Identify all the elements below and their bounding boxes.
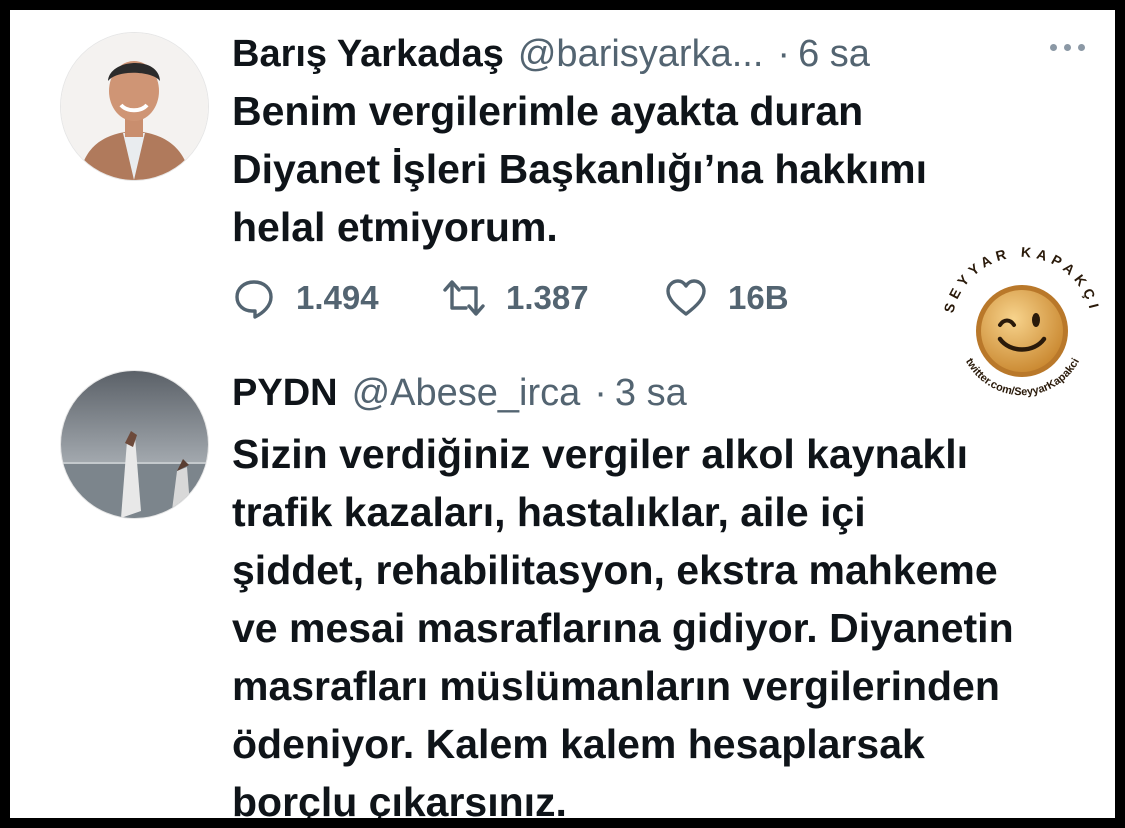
author-handle[interactable]: @Abese_irca xyxy=(352,367,581,419)
tweet-text: Sizin verdiğiniz vergiler alkol kaynaklı… xyxy=(232,431,1014,818)
author-name[interactable]: Barış Yarkadaş xyxy=(232,28,504,80)
tweet-actions: 1.494 1.387 16B xyxy=(232,273,789,323)
timestamp[interactable]: 3 sa xyxy=(615,367,687,419)
separator: · xyxy=(594,372,607,414)
tweet[interactable]: PYDN @Abese_irca · 3 sa Sizin verdiğiniz… xyxy=(10,355,1115,818)
retweet-button[interactable]: 1.387 xyxy=(442,276,664,320)
author-handle[interactable]: @barisyarka... xyxy=(518,28,764,80)
author-name[interactable]: PYDN xyxy=(232,367,338,419)
separator: · xyxy=(777,33,791,75)
reply-count: 1.494 xyxy=(296,279,379,316)
tweet-header: Barış Yarkadaş @barisyarka... · 6 sa xyxy=(232,28,1075,80)
avatar-image xyxy=(61,33,208,180)
screenshot-frame: Barış Yarkadaş @barisyarka... · 6 sa Ben… xyxy=(10,10,1115,818)
retweet-icon xyxy=(443,280,485,316)
heart-icon xyxy=(666,279,706,316)
timestamp[interactable]: 6 sa xyxy=(798,28,870,80)
reply-icon xyxy=(235,280,273,319)
like-count: 16B xyxy=(728,279,789,316)
tweet-text: Benim vergilerimle ayakta duran Diyanet … xyxy=(232,88,928,250)
avatar[interactable] xyxy=(60,370,209,519)
like-button[interactable]: 16B xyxy=(664,276,789,320)
retweet-count: 1.387 xyxy=(506,279,589,316)
avatar[interactable] xyxy=(60,32,209,181)
more-options-icon[interactable] xyxy=(1050,32,1085,62)
winking-bottle-cap-icon: SEYYAR KAPAKÇI twitter.com/SeyyarKapakci xyxy=(930,235,1114,419)
reply-button[interactable]: 1.494 xyxy=(232,276,442,320)
avatar-image xyxy=(61,371,208,518)
watermark-badge: SEYYAR KAPAKÇI twitter.com/SeyyarKapakci xyxy=(930,235,1115,420)
